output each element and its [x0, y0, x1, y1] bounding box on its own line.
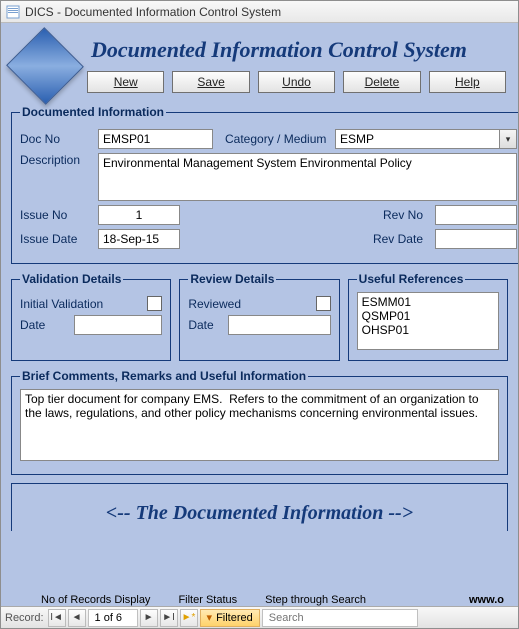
description-label: Description [20, 153, 92, 167]
category-field[interactable] [335, 129, 499, 149]
initial-validation-label: Initial Validation [20, 297, 141, 311]
reviewed-checkbox[interactable] [316, 296, 331, 311]
next-icon: ► [144, 612, 154, 623]
window-titlebar: DICS - Documented Information Control Sy… [1, 1, 518, 23]
app-heading: Documented Information Control System [87, 31, 510, 67]
references-legend: Useful References [357, 272, 466, 286]
validation-date-field[interactable] [74, 315, 162, 335]
initial-validation-checkbox[interactable] [147, 296, 162, 311]
docno-field[interactable] [98, 129, 213, 149]
record-position: 1 of 6 [88, 609, 138, 627]
issueno-label: Issue No [20, 208, 92, 222]
step-search-label: Step through Search [265, 594, 366, 606]
help-button[interactable]: Help [429, 71, 506, 93]
filter-text: Filtered [216, 612, 253, 624]
docno-label: Doc No [20, 132, 92, 146]
comments-legend: Brief Comments, Remarks and Useful Infor… [20, 369, 308, 383]
filter-status-label: Filter Status [178, 594, 237, 606]
issueno-field[interactable] [98, 205, 180, 225]
comments-field[interactable]: Top tier document for company EMS. Refer… [20, 389, 499, 461]
validation-group: Validation Details Initial Validation Da… [11, 272, 171, 361]
chevron-down-icon: ▾ [506, 134, 511, 144]
references-list[interactable]: ESMM01 QSMP01 OHSP01 [357, 292, 499, 350]
toolbar: New Save Undo Delete Help [87, 71, 510, 93]
reference-item[interactable]: OHSP01 [360, 323, 496, 337]
review-group: Review Details Reviewed Date [179, 272, 339, 361]
save-button[interactable]: Save [172, 71, 249, 93]
prev-icon: ◄ [72, 612, 82, 623]
validation-legend: Validation Details [20, 272, 123, 286]
new-button[interactable]: New [87, 71, 164, 93]
reviewed-label: Reviewed [188, 297, 309, 311]
app-logo [6, 27, 84, 105]
url-label: www.o [469, 594, 504, 606]
comments-group: Brief Comments, Remarks and Useful Infor… [11, 369, 508, 475]
reference-item[interactable]: ESMM01 [360, 295, 496, 309]
description-field[interactable]: Environmental Management System Environm… [98, 153, 517, 201]
category-label: Category / Medium [225, 132, 329, 146]
records-display-label: No of Records Display [41, 594, 150, 606]
filter-indicator[interactable]: ▾ Filtered [200, 609, 260, 627]
record-navigator: Record: I◄ ◄ 1 of 6 ► ►I ►* ▾ Filtered [1, 606, 518, 628]
nav-prev-button[interactable]: ◄ [68, 609, 86, 627]
footer-heading: <-- The Documented Information --> [11, 483, 508, 531]
nav-last-button[interactable]: ►I [160, 609, 178, 627]
documented-information-group: Documented Information Doc No Category /… [11, 105, 518, 264]
search-input[interactable] [262, 609, 418, 627]
category-combo[interactable]: ▾ [335, 129, 517, 149]
nav-next-button[interactable]: ► [140, 609, 158, 627]
category-dropdown-button[interactable]: ▾ [499, 129, 517, 149]
revdate-field[interactable] [435, 229, 517, 249]
issuedate-field[interactable] [98, 229, 180, 249]
delete-button[interactable]: Delete [343, 71, 420, 93]
funnel-icon: ▾ [207, 611, 213, 624]
validation-date-label: Date [20, 318, 68, 332]
new-record-icon: ►* [182, 612, 196, 623]
review-date-field[interactable] [228, 315, 330, 335]
revno-label: Rev No [186, 208, 423, 222]
reference-item[interactable]: QSMP01 [360, 309, 496, 323]
review-date-label: Date [188, 318, 222, 332]
references-group: Useful References ESMM01 QSMP01 OHSP01 [348, 272, 508, 361]
window-title: DICS - Documented Information Control Sy… [25, 5, 281, 19]
first-icon: I◄ [50, 612, 63, 623]
documented-information-legend: Documented Information [20, 105, 166, 119]
nav-new-button[interactable]: ►* [180, 609, 198, 627]
record-label: Record: [5, 612, 44, 624]
status-row: No of Records Display Filter Status Step… [1, 592, 518, 606]
app-icon [5, 4, 21, 20]
nav-first-button[interactable]: I◄ [48, 609, 66, 627]
revdate-label: Rev Date [186, 232, 423, 246]
issuedate-label: Issue Date [20, 232, 92, 246]
review-legend: Review Details [188, 272, 276, 286]
revno-field[interactable] [435, 205, 517, 225]
undo-button[interactable]: Undo [258, 71, 335, 93]
last-icon: ►I [162, 612, 175, 623]
